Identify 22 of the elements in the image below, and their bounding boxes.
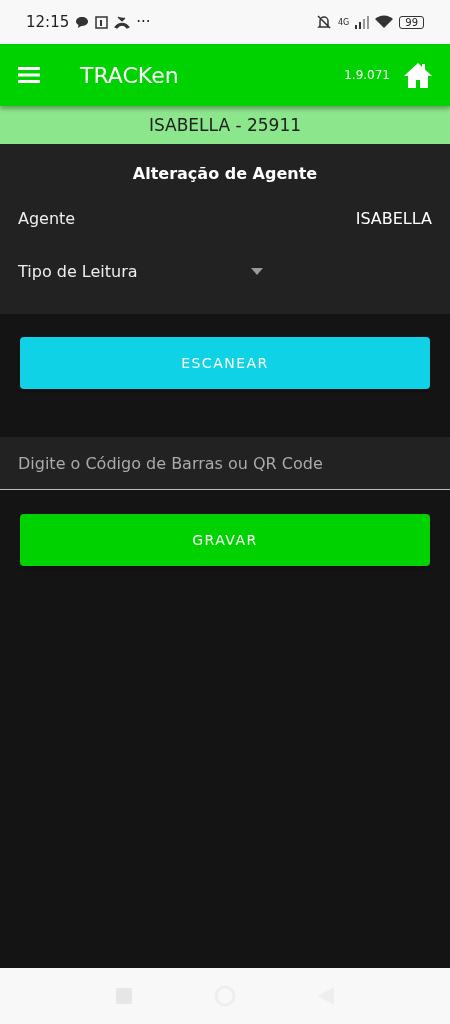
network-type: 4G [337, 17, 350, 27]
app-title: TRACKen [80, 62, 179, 88]
user-label: ISABELLA - 25911 [148, 115, 302, 135]
calendar-icon [95, 15, 109, 29]
muted-bell-icon [315, 14, 332, 30]
field-label: Agente [18, 209, 76, 228]
field-value: ISABELLA [355, 209, 432, 228]
missed-call-icon [114, 15, 131, 29]
home-icon[interactable] [404, 62, 432, 88]
form-title: Alteração de Agente [132, 164, 318, 183]
scan-button[interactable]: ESCANEAR [20, 337, 430, 389]
signal-icon [355, 15, 370, 29]
wifi-icon [375, 15, 394, 29]
chat-icon [75, 15, 90, 29]
field-label: Tipo de Leitura [18, 262, 138, 281]
menu-icon[interactable] [18, 67, 40, 83]
app-version: 1.9.071 [344, 68, 390, 82]
clock: 12:15 [26, 13, 70, 31]
more-indicator: ··· [136, 13, 151, 31]
dropdown-caret-icon[interactable] [251, 268, 263, 275]
save-button[interactable]: GRAVAR [20, 514, 430, 566]
battery-indicator: 99 [399, 15, 424, 29]
